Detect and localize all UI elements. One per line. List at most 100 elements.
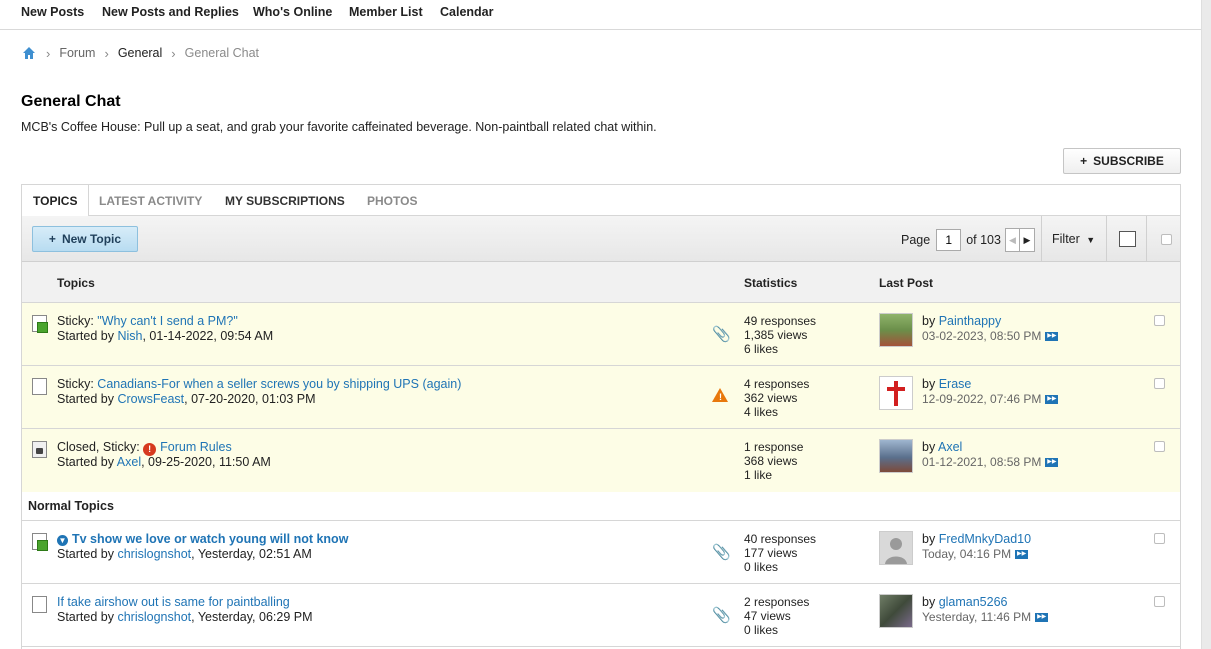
topic-row[interactable]: Sticky: "Why can't I send a PM?" Started… [22,303,1180,366]
avatar[interactable] [879,376,913,410]
topic-row[interactable]: Sticky: Canadians-For when a seller scre… [22,366,1180,429]
topic-title-line: ▼ Tv show we love or watch young will not… [57,532,348,546]
breadcrumb-separator: › [46,45,51,61]
likes-count: 6 likes [744,342,779,356]
home-icon[interactable] [21,45,37,61]
row-checkbox[interactable] [1154,533,1165,544]
nav-whos-online[interactable]: Who's Online [253,5,332,19]
plus-icon: + [48,232,56,246]
go-to-last-post-icon[interactable]: ▶▶ [1045,394,1059,404]
col-topics[interactable]: Topics [57,276,95,290]
topic-date: , 07-20-2020, 01:03 PM [184,392,316,406]
tab-topics[interactable]: TOPICS [22,185,90,217]
new-topic-button[interactable]: + New Topic [32,226,138,252]
tab-latest-activity[interactable]: LATEST ACTIVITY [88,185,213,216]
nav-calendar[interactable]: Calendar [440,5,494,19]
topic-date: , Yesterday, 02:51 AM [191,547,312,561]
topic-date: , Yesterday, 06:29 PM [191,610,313,624]
topic-author-link[interactable]: Nish [117,329,142,343]
breadcrumb: › Forum › General › General Chat [21,44,259,62]
nav-new-posts[interactable]: New Posts [21,5,84,19]
avatar[interactable] [879,531,913,565]
breadcrumb-forum[interactable]: Forum [59,46,95,60]
started-by-label: Started by [57,455,114,469]
select-all-checkbox[interactable] [1161,234,1172,245]
last-post-date: 01-12-2021, 08:58 PM ▶▶ [922,455,1059,469]
mark-read-icon[interactable] [1119,231,1136,247]
col-statistics[interactable]: Statistics [744,276,797,290]
topic-title-link[interactable]: Tv show we love or watch young will not … [72,532,348,546]
pagination: Page of 103 ◀ ▶ [901,228,1035,252]
prev-page-icon[interactable]: ◀ [1005,229,1020,251]
topic-title-link[interactable]: "Why can't I send a PM?" [97,314,238,328]
go-to-last-post-icon[interactable]: ▶▶ [1045,331,1059,341]
tab-photos[interactable]: PHOTOS [356,185,428,216]
responses-count: 2 responses [744,595,810,609]
breadcrumb-general[interactable]: General [118,46,162,60]
views-count: 177 views [744,546,798,560]
nav-member-list[interactable]: Member List [349,5,423,19]
topic-title-link[interactable]: If take airshow out is same for paintbal… [57,595,290,609]
avatar[interactable] [879,313,913,347]
last-post-date: 03-02-2023, 08:50 PM ▶▶ [922,329,1059,343]
section-header: Normal Topics [22,492,1180,521]
topic-row[interactable]: Closed, Sticky: ! Forum Rules Started by … [22,429,1180,492]
topic-prefix: Sticky: [57,377,94,391]
subscribe-label: SUBSCRIBE [1093,154,1164,168]
go-to-last-post-icon[interactable]: ▶▶ [1035,612,1049,622]
last-by-label: by [922,377,936,391]
last-post-time: 12-09-2022, 07:46 PM [922,392,1042,406]
topic-author-link[interactable]: chrislognshot [117,547,191,561]
started-by-label: Started by [57,329,114,343]
last-post-user-link[interactable]: Painthappy [939,314,1002,328]
avatar[interactable] [879,594,913,628]
topic-author-link[interactable]: CrowsFeast [117,392,184,406]
lock-icon [32,441,47,458]
row-checkbox[interactable] [1154,315,1165,326]
topic-date: , 09-25-2020, 11:50 AM [141,455,271,469]
last-post-user-link[interactable]: Axel [938,440,962,454]
page-scrollbar[interactable] [1201,0,1211,649]
last-post-by: by Erase [922,377,971,391]
tab-my-subscriptions[interactable]: MY SUBSCRIPTIONS [214,185,356,216]
subscribe-button[interactable]: + SUBSCRIBE [1063,148,1181,174]
last-post-date: 12-09-2022, 07:46 PM ▶▶ [922,392,1059,406]
topic-stats: 4 responses 362 views 4 likes [744,377,809,419]
last-post-user-link[interactable]: FredMnkyDad10 [939,532,1031,546]
responses-count: 49 responses [744,314,817,328]
topic-started-line: Started by chrislognshot, Yesterday, 06:… [57,610,313,624]
topic-row[interactable]: If take airshow out is same for paintbal… [22,584,1180,647]
row-checkbox[interactable] [1154,441,1165,452]
col-last-post[interactable]: Last Post [879,276,933,290]
new-post-arrow-icon[interactable]: ▼ [57,535,68,546]
page-number-input[interactable] [936,229,962,251]
last-post-date: Today, 04:16 PM ▶▶ [922,547,1029,561]
go-to-last-post-icon[interactable]: ▶▶ [1015,549,1029,559]
topic-author-link[interactable]: Axel [117,455,141,469]
topic-prefix: Sticky: [57,314,94,328]
last-by-label: by [922,532,936,546]
topic-author-link[interactable]: chrislognshot [117,610,191,624]
topic-new-icon [32,533,48,551]
last-post-user-link[interactable]: glaman5266 [939,595,1008,609]
attachment-icon: 📎 [712,544,731,561]
last-by-label: by [922,440,936,454]
topic-title-link[interactable]: Canadians-For when a seller screws you b… [97,377,461,391]
topic-stats: 1 response 368 views 1 like [744,440,803,482]
last-post-user-link[interactable]: Erase [939,377,972,391]
next-page-icon[interactable]: ▶ [1019,229,1034,251]
row-checkbox[interactable] [1154,378,1165,389]
avatar[interactable] [879,439,913,473]
row-checkbox[interactable] [1154,596,1165,607]
go-to-last-post-icon[interactable]: ▶▶ [1045,457,1059,467]
warning-mark: ! [719,392,722,402]
topic-title-line: Sticky: Canadians-For when a seller scre… [57,377,461,391]
topic-title-line: Sticky: "Why can't I send a PM?" [57,314,238,328]
nav-new-posts-and-replies[interactable]: New Posts and Replies [102,5,239,19]
breadcrumb-separator: › [171,45,176,61]
topic-title-link[interactable]: Forum Rules [160,440,232,454]
topic-row[interactable]: ▼ Tv show we love or watch young will not… [22,521,1180,584]
page-label: Page [901,233,931,247]
filter-dropdown[interactable]: Filter ▼ [1052,232,1095,246]
topic-toolbar: + New Topic Page of 103 ◀ ▶ Filter ▼ [22,216,1180,262]
